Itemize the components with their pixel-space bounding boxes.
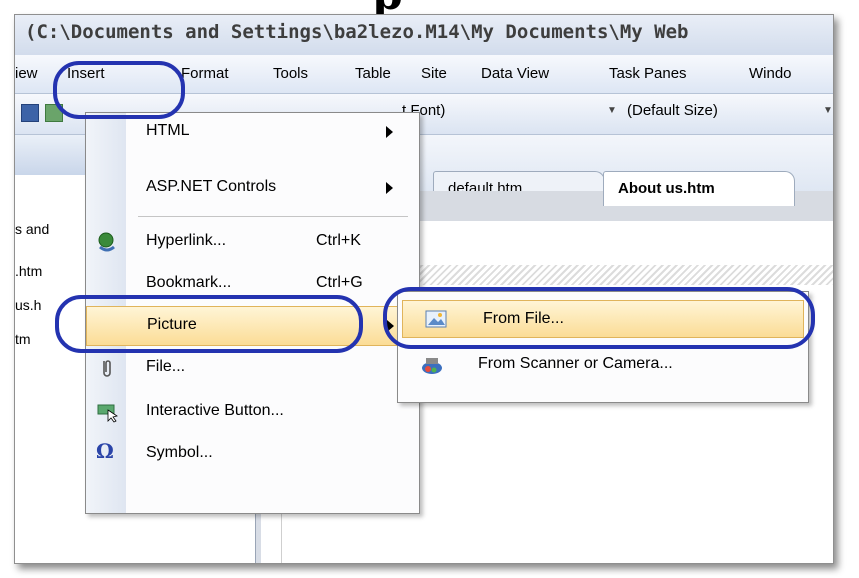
menu-item-hyperlink[interactable]: Hyperlink... Ctrl+K [86, 223, 419, 263]
size-combo-value: (Default Size) [627, 102, 718, 119]
submenu-arrow-icon [386, 182, 393, 194]
menu-item-label: Symbol... [146, 444, 213, 461]
menu-item-symbol[interactable]: Ω Symbol... [86, 435, 419, 475]
menu-separator [138, 216, 408, 217]
menu-task-panes[interactable]: Task Panes [609, 65, 687, 82]
frontpage-window: (C:\Documents and Settings\ba2lezo.M14\M… [14, 14, 834, 564]
folder-list-item[interactable]: s and [15, 221, 49, 237]
menu-tools[interactable]: Tools [273, 65, 308, 82]
interactive-button-icon [96, 401, 118, 423]
folder-list-item[interactable]: us.h [15, 297, 41, 313]
folder-list-item[interactable]: tm [15, 331, 31, 347]
menu-window[interactable]: Windo [749, 65, 792, 82]
menu-item-label: HTML [146, 122, 190, 139]
chevron-down-icon[interactable]: ▼ [823, 102, 833, 124]
menu-data-view[interactable]: Data View [481, 65, 549, 82]
save-icon[interactable] [21, 104, 39, 122]
menu-item-label: Bookmark... [146, 274, 232, 291]
omega-symbol-icon: Ω [96, 439, 114, 463]
menu-item-label: File... [146, 358, 186, 375]
folder-list-item[interactable]: .htm [15, 263, 42, 279]
menu-view[interactable]: iew [15, 65, 38, 82]
tab-about-us-htm[interactable]: About us.htm [603, 171, 795, 206]
menu-item-file[interactable]: File... [86, 349, 419, 389]
hyperlink-globe-icon [96, 231, 118, 253]
menu-table[interactable]: Table [355, 65, 391, 82]
chevron-down-icon: ▼ [607, 105, 617, 116]
submenu-arrow-icon [386, 126, 393, 138]
highlight-ring-from-file [383, 287, 815, 349]
size-combo[interactable]: ▼ (Default Size) [607, 102, 807, 124]
menu-item-asp-net-controls[interactable]: ASP.NET Controls [86, 169, 419, 209]
scanner-camera-icon [420, 354, 444, 376]
menu-site[interactable]: Site [421, 65, 447, 82]
menu-item-label: Interactive Button... [146, 402, 284, 419]
menu-item-label: Hyperlink... [146, 232, 227, 249]
menu-item-label: ASP.NET Controls [146, 178, 277, 195]
menu-item-html[interactable]: HTML [86, 113, 419, 153]
menu-format[interactable]: Format [181, 65, 229, 82]
submenu-item-from-scanner-or-camera[interactable]: From Scanner or Camera... [398, 346, 808, 386]
title-bar: (C:\Documents and Settings\ba2lezo.M14\M… [15, 15, 833, 55]
menu-item-shortcut: Ctrl+G [316, 274, 363, 291]
window-path: (C:\Documents and Settings\ba2lezo.M14\M… [25, 21, 689, 43]
highlight-ring-picture [55, 295, 363, 353]
menu-item-interactive-button[interactable]: Interactive Button... [86, 393, 419, 433]
highlight-ring-insert [53, 61, 185, 119]
paperclip-icon [96, 357, 118, 379]
menu-item-shortcut: Ctrl+K [316, 232, 361, 249]
tab-label: About us.htm [618, 180, 715, 197]
submenu-item-label: From Scanner or Camera... [478, 355, 673, 372]
